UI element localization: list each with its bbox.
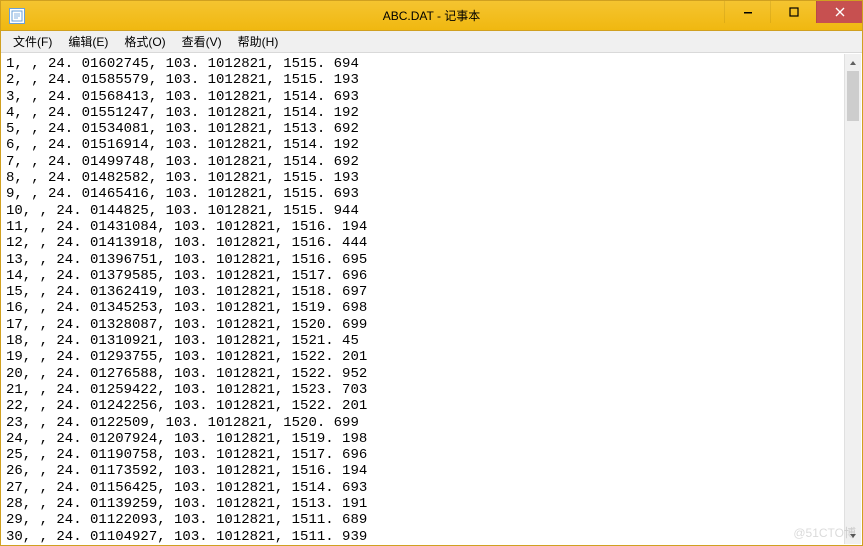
scroll-thumb[interactable] (847, 71, 859, 121)
window-controls (724, 1, 862, 23)
menubar: 文件(F) 编辑(E) 格式(O) 查看(V) 帮助(H) (1, 31, 862, 53)
scroll-up-arrow[interactable] (845, 54, 861, 71)
menu-format[interactable]: 格式(O) (116, 31, 173, 52)
notepad-icon (9, 8, 25, 24)
text-editor[interactable]: 1, , 24. 01602745, 103. 1012821, 1515. 6… (2, 54, 844, 544)
minimize-button[interactable] (724, 1, 770, 23)
menu-view[interactable]: 查看(V) (174, 31, 230, 52)
window-title: ABC.DAT - 记事本 (383, 7, 481, 24)
menu-edit[interactable]: 编辑(E) (60, 31, 116, 52)
menu-file[interactable]: 文件(F) (5, 31, 60, 52)
maximize-button[interactable] (770, 1, 816, 23)
scroll-track[interactable] (845, 71, 861, 527)
menu-help[interactable]: 帮助(H) (230, 31, 287, 52)
content-area: 1, , 24. 01602745, 103. 1012821, 1515. 6… (2, 54, 861, 544)
close-button[interactable] (816, 1, 862, 23)
scroll-down-arrow[interactable] (845, 527, 861, 544)
titlebar: ABC.DAT - 记事本 (1, 1, 862, 31)
vertical-scrollbar[interactable] (844, 54, 861, 544)
